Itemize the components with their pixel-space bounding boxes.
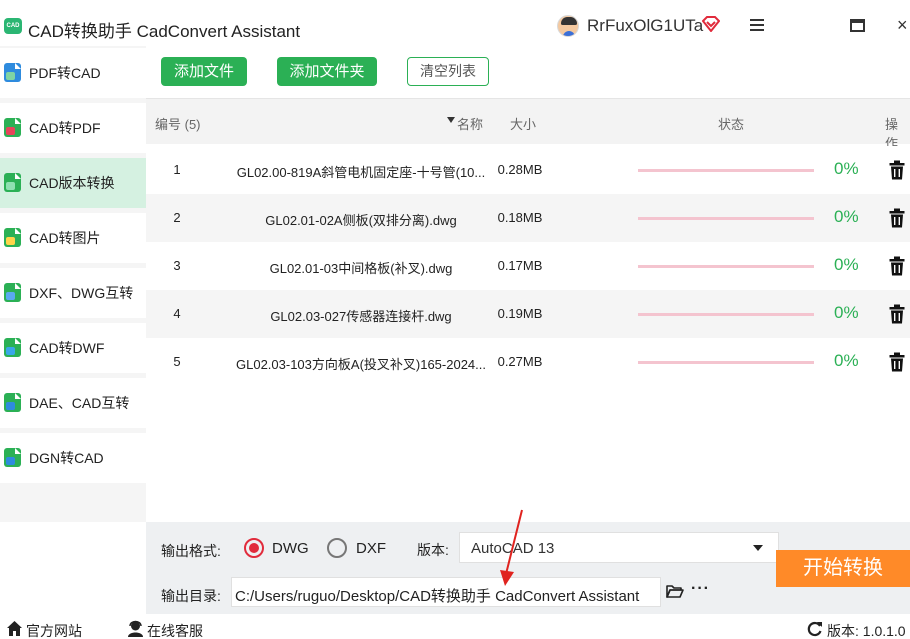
cad-version-icon — [4, 173, 21, 192]
dxf-dwg-icon — [4, 283, 21, 302]
close-icon[interactable]: × — [897, 14, 910, 36]
version-label: 版本: — [417, 542, 449, 558]
app-title: CAD转换助手 CadConvert Assistant — [28, 22, 301, 41]
title-bar: CAD CAD转换助手 CadConvert Assistant RrFuxOl… — [0, 0, 910, 52]
sidebar-item-cad-to-pdf[interactable]: CAD转PDF — [0, 103, 146, 153]
output-format-label: 输出格式: — [161, 543, 221, 559]
trash-icon[interactable] — [889, 352, 905, 372]
home-icon — [7, 621, 22, 636]
refresh-icon — [807, 621, 822, 637]
table-row[interactable]: 3 GL02.01-03中间格板(补叉).dwg 0.17MB 0% — [146, 242, 910, 290]
cad-to-image-icon — [4, 228, 21, 247]
sidebar-item-dxf-dwg[interactable]: DXF、DWG互转 — [0, 268, 146, 318]
dae-cad-icon — [4, 393, 21, 412]
progress-bar — [638, 265, 814, 268]
progress-bar — [638, 313, 814, 316]
progress-percent: 0% — [834, 207, 859, 226]
sidebar-item-label: DAE、CAD互转 — [29, 395, 130, 411]
file-size: 0.17MB — [497, 258, 543, 273]
folder-open-icon[interactable] — [666, 584, 684, 598]
sidebar-item-cad-version[interactable]: CAD版本转换 — [0, 158, 146, 208]
clear-list-button[interactable]: 清空列表 — [407, 57, 489, 86]
format-option-dxf[interactable]: DXF — [356, 540, 386, 557]
online-support-link[interactable]: 在线客服 — [147, 621, 203, 639]
menu-icon[interactable] — [747, 14, 769, 36]
progress-percent: 0% — [834, 255, 859, 274]
progress-bar — [638, 361, 814, 364]
progress-bar — [638, 169, 814, 172]
output-dir-label: 输出目录: — [161, 588, 221, 604]
chevron-down-icon — [753, 545, 763, 551]
table-row[interactable]: 4 GL02.03-027传感器连接杆.dwg 0.19MB 0% — [146, 290, 910, 338]
table-header: 编号 (5) 名称 大小 状态 操作 — [146, 98, 910, 151]
sidebar-item-cad-to-image[interactable]: CAD转图片 — [0, 213, 146, 263]
progress-percent: 0% — [834, 351, 859, 370]
annotation-arrow — [500, 509, 523, 586]
file-size: 0.27MB — [497, 354, 543, 369]
format-radio-dxf[interactable] — [327, 538, 347, 558]
sidebar: PDF转CAD CAD转PDF CAD版本转换 CAD转图片 DXF、DWG互转… — [0, 46, 146, 522]
official-website-link[interactable]: 官方网站 — [26, 621, 82, 639]
username[interactable]: RrFuxOlG1UTa — [587, 16, 703, 36]
sidebar-item-label: DGN转CAD — [29, 450, 104, 466]
trash-icon[interactable] — [889, 208, 905, 228]
output-dir-field[interactable]: C:/Users/ruguo/Desktop/CAD转换助手 CadConver… — [231, 577, 661, 607]
user-avatar[interactable] — [557, 15, 579, 37]
sidebar-item-label: PDF转CAD — [29, 65, 101, 81]
sidebar-item-label: CAD转图片 — [29, 230, 101, 246]
table-row[interactable]: 1 GL02.00-819A斜管电机固定座-十号管(10... 0.28MB 0% — [146, 146, 910, 194]
app-window: CAD CAD转换助手 CadConvert Assistant RrFuxOl… — [0, 0, 910, 639]
table-row[interactable]: 5 GL02.03-103方向板A(投叉补叉)165-2024... 0.27MB 0… — [146, 338, 910, 386]
table-row[interactable]: 2 GL02.01-02A侧板(双排分离).dwg 0.18MB 0% — [146, 194, 910, 242]
progress-percent: 0% — [834, 159, 859, 178]
vip-diamond-icon[interactable] — [702, 16, 720, 32]
file-size: 0.28MB — [497, 162, 543, 177]
sidebar-item-dae-cad[interactable]: DAE、CAD互转 — [0, 378, 146, 428]
status-bar: 官方网站 在线客服 版本: 1.0.1.0 — [0, 614, 910, 639]
sidebar-item-pdf-to-cad[interactable]: PDF转CAD — [0, 48, 146, 98]
maximize-icon[interactable] — [847, 14, 869, 36]
trash-icon[interactable] — [889, 160, 905, 180]
column-size[interactable]: 大小 — [510, 114, 536, 133]
more-options-icon[interactable]: ··· — [691, 581, 710, 597]
sidebar-item-label: CAD转DWF — [29, 340, 105, 356]
trash-icon[interactable] — [889, 304, 905, 324]
format-radio-dwg[interactable] — [244, 538, 264, 558]
cad-to-pdf-icon — [4, 118, 21, 137]
sidebar-item-label: CAD转PDF — [29, 120, 101, 136]
progress-bar — [638, 217, 814, 220]
file-size: 0.18MB — [497, 210, 543, 225]
cad-to-dwf-icon — [4, 338, 21, 357]
app-logo-icon: CAD — [4, 18, 22, 34]
column-status: 状态 — [718, 117, 745, 132]
customer-service-icon — [128, 620, 143, 637]
file-size: 0.19MB — [497, 306, 543, 321]
sort-desc-icon[interactable] — [447, 117, 455, 123]
format-option-dwg[interactable]: DWG — [272, 540, 309, 557]
sidebar-item-cad-to-dwf[interactable]: CAD转DWF — [0, 323, 146, 373]
sidebar-item-label: DXF、DWG互转 — [29, 285, 134, 301]
progress-percent: 0% — [834, 303, 859, 322]
column-number[interactable]: 编号 (5) — [155, 114, 201, 133]
dgn-to-cad-icon — [4, 448, 21, 467]
sidebar-item-label: CAD版本转换 — [29, 175, 115, 191]
add-folder-button[interactable]: 添加文件夹 — [277, 57, 377, 86]
pdf-to-cad-icon — [4, 63, 21, 82]
sidebar-item-dgn-to-cad[interactable]: DGN转CAD — [0, 433, 146, 483]
start-convert-button[interactable]: 开始转换 — [776, 550, 910, 587]
add-file-button[interactable]: 添加文件 — [161, 57, 247, 86]
column-name[interactable]: 名称 — [457, 114, 483, 133]
trash-icon[interactable] — [889, 256, 905, 276]
version-info: 版本: 1.0.1.0 — [827, 623, 906, 639]
